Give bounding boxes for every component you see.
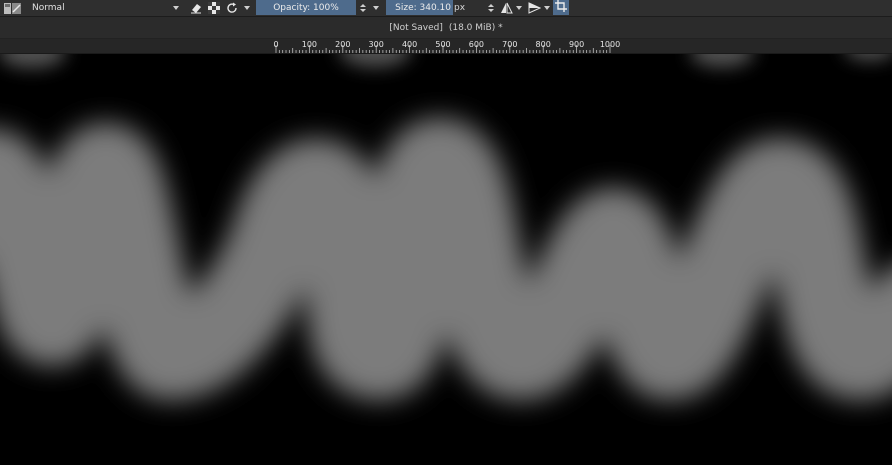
- ruler-label: 1000: [599, 40, 621, 49]
- chevron-down-icon[interactable]: [244, 6, 250, 10]
- blend-mode-dropdown[interactable]: Normal: [28, 1, 182, 15]
- opacity-slider[interactable]: Opacity: 100%: [256, 0, 356, 15]
- wrap-around-icon: [555, 0, 567, 15]
- eraser-icon[interactable]: [189, 1, 203, 15]
- spin-up-icon: [360, 3, 366, 7]
- opacity-label: Opacity: 100%: [273, 2, 339, 13]
- ruler-label: 700: [502, 40, 518, 49]
- alpha-lock-icon[interactable]: [207, 1, 221, 15]
- ruler-label: 0: [273, 40, 279, 49]
- size-label: Size: 340.10: [395, 2, 451, 13]
- spin-down-icon: [488, 8, 494, 12]
- ruler-label: 900: [568, 40, 585, 49]
- chevron-down-icon[interactable]: [516, 6, 522, 10]
- brush-toolbar: Normal Opacity: 100% Size: 340.10 px: [0, 0, 892, 17]
- ruler-label: 500: [435, 40, 451, 49]
- ruler-label: 800: [535, 40, 551, 49]
- mirror-vertical-icon[interactable]: [527, 1, 541, 15]
- blend-mode-label: Normal: [32, 3, 65, 13]
- spin-down-icon: [360, 8, 366, 12]
- opacity-spinner[interactable]: [357, 0, 369, 15]
- document-status: [Not Saved]: [389, 22, 443, 33]
- ruler-label: 300: [368, 40, 384, 49]
- spin-up-icon: [488, 3, 494, 7]
- drawing-canvas[interactable]: [0, 54, 892, 465]
- brush-preset-icon[interactable]: [2, 1, 24, 15]
- mirror-horizontal-icon[interactable]: [499, 1, 513, 15]
- brush-stroke: [0, 54, 892, 400]
- ruler-label: 100: [301, 40, 318, 49]
- document-size: (18.0 MiB) *: [448, 22, 503, 33]
- krita-window: Normal Opacity: 100% Size: 340.10 px [No…: [0, 0, 892, 465]
- wrap-around-button[interactable]: [553, 0, 569, 15]
- ruler-label: 200: [335, 40, 351, 49]
- ruler-label: 400: [401, 40, 418, 49]
- chevron-down-icon[interactable]: [373, 6, 379, 10]
- wavy-stroke: [0, 118, 892, 400]
- reload-icon[interactable]: [225, 1, 239, 15]
- horizontal-ruler: 0 100 200 300 400 500 600 700 800 900 1000: [0, 39, 892, 54]
- chevron-down-icon[interactable]: [544, 6, 550, 10]
- size-slider[interactable]: Size: 340.10: [386, 0, 453, 15]
- ruler-label: 600: [468, 40, 485, 49]
- size-unit: px: [454, 3, 466, 13]
- size-spinner[interactable]: [485, 0, 497, 15]
- chevron-down-icon: [173, 6, 179, 10]
- document-tab[interactable]: [Not Saved] (18.0 MiB) *: [0, 17, 892, 39]
